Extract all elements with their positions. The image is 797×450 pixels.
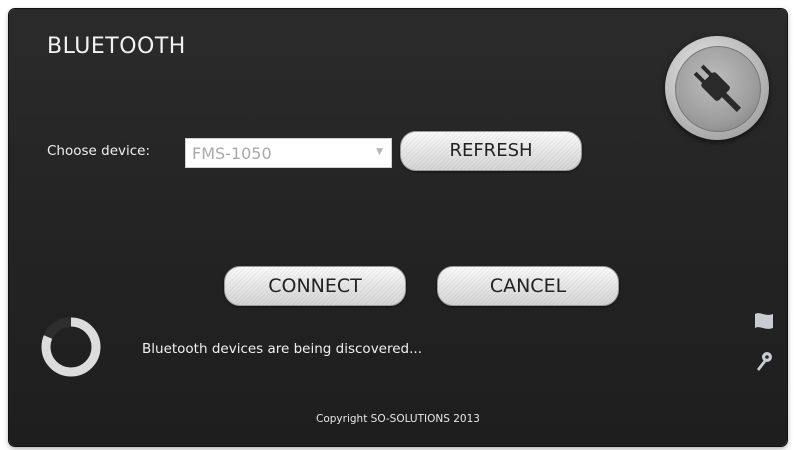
status-message: Bluetooth devices are being discovered..…: [142, 341, 422, 357]
refresh-button[interactable]: REFRESH: [400, 131, 582, 171]
loading-spinner-icon: [41, 316, 101, 377]
cancel-button[interactable]: CANCEL: [437, 266, 619, 306]
flag-icon[interactable]: [753, 311, 775, 331]
connect-button[interactable]: CONNECT: [224, 266, 406, 306]
dialog-title: BLUETOOTH: [47, 34, 186, 59]
choose-device-label: Choose device:: [47, 143, 151, 159]
device-select-value: FMS-1050: [192, 144, 272, 163]
plug-icon: [693, 64, 742, 113]
device-select[interactable]: FMS-1050 ▼: [185, 138, 392, 168]
bluetooth-dialog: BLUETOOTH Choose device: FMS-1050 ▼ REFR…: [9, 9, 787, 446]
chevron-down-icon[interactable]: ▼: [376, 147, 383, 157]
key-icon[interactable]: [755, 351, 773, 373]
copyright-text: Copyright SO-SOLUTIONS 2013: [316, 413, 480, 425]
plug-button[interactable]: [665, 36, 769, 140]
